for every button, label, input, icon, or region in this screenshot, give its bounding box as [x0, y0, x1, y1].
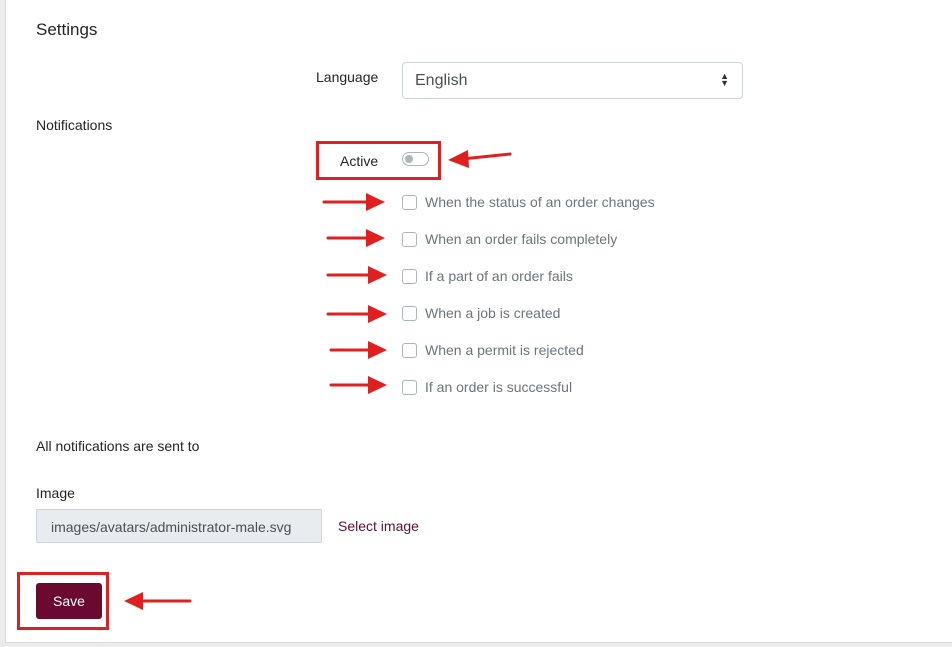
language-label: Language — [316, 69, 379, 85]
checkbox[interactable] — [402, 343, 417, 358]
notification-option-label: When an order fails completely — [425, 231, 618, 247]
checkbox[interactable] — [402, 306, 417, 321]
checkbox[interactable] — [402, 232, 417, 247]
notification-option-label: If an order is successful — [425, 379, 573, 395]
language-select-value: English — [415, 72, 468, 89]
notification-option-label: When a permit is rejected — [425, 342, 584, 358]
page-title: Settings — [36, 20, 98, 39]
sent-to-label: All notifications are sent to — [36, 438, 200, 454]
settings-panel: Settings Language English ▲ ▼ Notificatio… — [5, 0, 952, 643]
select-image-link[interactable]: Select image — [338, 518, 419, 534]
annotation-highlight-box — [316, 141, 441, 180]
image-path-value: images/avatars/administrator-male.svg — [51, 519, 292, 535]
checkbox[interactable] — [402, 380, 417, 395]
language-select[interactable]: English ▲ ▼ — [402, 62, 743, 99]
checkbox[interactable] — [402, 195, 417, 210]
annotation-highlight-box — [17, 572, 109, 630]
notifications-label: Notifications — [36, 117, 113, 133]
checkbox[interactable] — [402, 269, 417, 284]
notification-option-label: If a part of an order fails — [425, 268, 573, 284]
image-path-field: images/avatars/administrator-male.svg — [36, 509, 322, 543]
notification-option-label: When a job is created — [425, 305, 561, 321]
notification-option-label: When the status of an order changes — [425, 194, 655, 210]
select-caret-icon: ▲ ▼ — [720, 71, 729, 88]
image-label: Image — [36, 485, 75, 501]
